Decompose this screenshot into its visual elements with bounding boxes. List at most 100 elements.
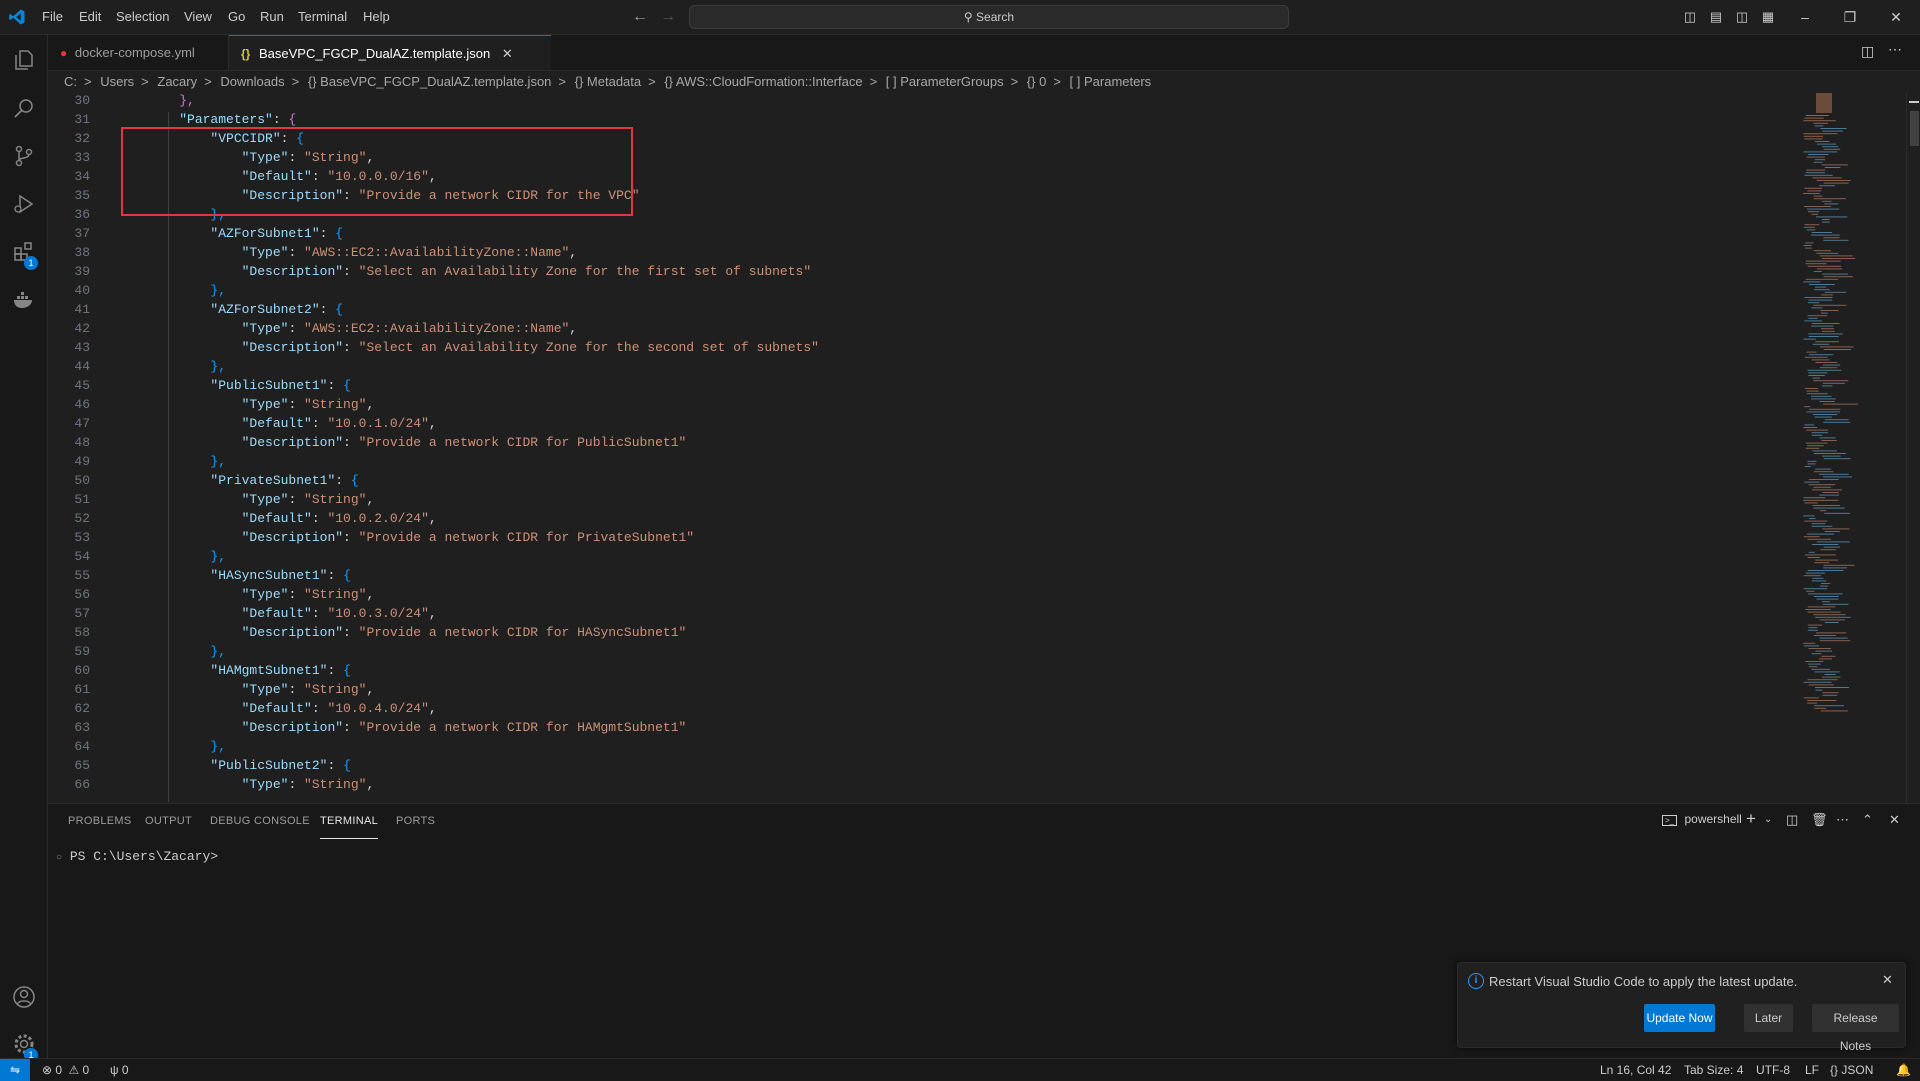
breadcrumb-item[interactable]: {} 0	[1027, 74, 1047, 89]
minimap-slider[interactable]	[1816, 93, 1832, 113]
code-line[interactable]: "PublicSubnet1": {	[148, 378, 350, 393]
trash-icon[interactable]: 🗑	[1811, 812, 1828, 828]
errors-status[interactable]: ⊗ 0 ⚠ 0	[42, 1059, 89, 1081]
code-line[interactable]: },	[148, 359, 226, 374]
minimize-icon[interactable]: –	[1785, 0, 1825, 34]
code-line[interactable]: "AZForSubnet2": {	[148, 302, 343, 317]
close-notification-icon[interactable]: ✕	[1882, 972, 1893, 988]
menu-selection[interactable]: Selection	[110, 0, 175, 34]
tab-output[interactable]: OUTPUT	[145, 804, 192, 839]
encoding[interactable]: UTF-8	[1756, 1059, 1790, 1081]
code-line[interactable]: "Default": "10.0.2.0/24",	[148, 511, 437, 526]
split-editor-icon[interactable]: ◫	[1861, 43, 1874, 60]
breadcrumb-item[interactable]: {} AWS::CloudFormation::Interface	[664, 74, 862, 89]
code-line[interactable]: },	[148, 549, 226, 564]
code-line[interactable]: "Description": "Provide a network CIDR f…	[148, 625, 687, 640]
menu-go[interactable]: Go	[222, 0, 251, 34]
notifications-bell-icon[interactable]: 🔔	[1896, 1059, 1911, 1081]
remote-indicator-icon[interactable]: ⇋	[0, 1059, 30, 1081]
update-now-button[interactable]: Update Now	[1644, 1004, 1715, 1032]
code-line[interactable]: },	[148, 454, 226, 469]
breadcrumb-item[interactable]: Downloads	[220, 74, 284, 89]
breadcrumb-item[interactable]: {} BaseVPC_FGCP_DualAZ.template.json	[308, 74, 552, 89]
code-line[interactable]: "PrivateSubnet1": {	[148, 473, 358, 488]
code-line[interactable]: "Type": "String",	[148, 587, 375, 602]
breadcrumb-item[interactable]: [ ] ParameterGroups	[886, 74, 1004, 89]
scrollbar-thumb[interactable]	[1910, 111, 1919, 146]
close-tab-icon[interactable]: ✕	[502, 46, 513, 61]
tab-ports[interactable]: PORTS	[396, 804, 435, 839]
code-line[interactable]: "Default": "10.0.4.0/24",	[148, 701, 437, 716]
menu-terminal[interactable]: Terminal	[292, 0, 353, 34]
docker-icon[interactable]	[0, 277, 47, 323]
forward-arrow-icon[interactable]: →	[660, 8, 676, 26]
run-and-debug-icon[interactable]	[0, 181, 47, 227]
tab-debug-console[interactable]: DEBUG CONSOLE	[210, 804, 310, 839]
code-line[interactable]: "Type": "String",	[148, 682, 375, 697]
menu-help[interactable]: Help	[357, 0, 396, 34]
tab-terminal[interactable]: TERMINAL	[320, 804, 379, 839]
code-line[interactable]: "Description": "Select an Availability Z…	[148, 264, 812, 279]
tab-problems[interactable]: PROBLEMS	[68, 804, 132, 839]
code-line[interactable]: "Description": "Provide a network CIDR f…	[148, 530, 695, 545]
split-terminal-icon[interactable]: ◫	[1786, 812, 1798, 828]
code-line[interactable]: "Type": "String",	[148, 777, 375, 792]
breadcrumb-item[interactable]: C:	[64, 74, 77, 89]
customize-layout-icon[interactable]: ▦	[1748, 0, 1788, 34]
search-view-icon[interactable]	[0, 85, 47, 131]
close-window-icon[interactable]: ✕	[1876, 0, 1916, 34]
code-line[interactable]: "Type": "String",	[148, 492, 375, 507]
terminal-output[interactable]: ○ PS C:\Users\Zacary>	[56, 849, 218, 864]
end-of-line[interactable]: LF	[1805, 1059, 1819, 1081]
menu-run[interactable]: Run	[254, 0, 290, 34]
later-button[interactable]: Later	[1744, 1004, 1793, 1032]
code-line[interactable]: },	[148, 739, 226, 754]
extensions-icon[interactable]: 1	[0, 229, 47, 275]
language-mode[interactable]: {} JSON	[1830, 1059, 1873, 1081]
cursor-position[interactable]: Ln 16, Col 42	[1600, 1059, 1671, 1081]
close-panel-icon[interactable]: ✕	[1889, 812, 1900, 828]
chevron-down-icon[interactable]: ⌄	[1764, 814, 1772, 825]
breadcrumb-item[interactable]: {} Metadata	[575, 74, 642, 89]
minimap[interactable]	[1796, 93, 1906, 803]
terminal-instance[interactable]: >_ powershell	[1662, 812, 1742, 826]
maximize-panel-chevron-up-icon[interactable]: ⌃	[1862, 812, 1873, 828]
breadcrumb-item[interactable]: Zacary	[157, 74, 197, 89]
tab-template-json[interactable]: {} BaseVPC_FGCP_DualAZ.template.json ✕	[229, 35, 551, 70]
code-line[interactable]: "Type": "String",	[148, 397, 375, 412]
more-actions-icon[interactable]: ⋯	[1888, 41, 1902, 58]
code-line[interactable]: },	[148, 93, 195, 108]
back-arrow-icon[interactable]: ←	[632, 8, 648, 26]
code-line[interactable]: "Type": "AWS::EC2::AvailabilityZone::Nam…	[148, 321, 577, 336]
ports-status[interactable]: ψ 0	[110, 1059, 129, 1081]
code-line[interactable]: "Default": "10.0.3.0/24",	[148, 606, 437, 621]
more-actions-icon[interactable]: ⋯	[1836, 812, 1849, 828]
code-line[interactable]: "HASyncSubnet1": {	[148, 568, 350, 583]
tab-size[interactable]: Tab Size: 4	[1684, 1059, 1743, 1081]
new-terminal-plus-icon[interactable]: +	[1746, 809, 1756, 829]
code-line[interactable]: },	[148, 283, 226, 298]
tab-docker-compose[interactable]: ● docker-compose.yml	[48, 35, 229, 70]
code-line[interactable]: "Description": "Provide a network CIDR f…	[148, 720, 687, 735]
menu-edit[interactable]: Edit	[73, 0, 107, 34]
code-line[interactable]: "Description": "Select an Availability Z…	[148, 340, 819, 355]
menu-file[interactable]: File	[36, 0, 69, 34]
explorer-icon[interactable]	[0, 37, 47, 83]
release-notes-button[interactable]: Release Notes	[1812, 1004, 1899, 1053]
source-control-icon[interactable]	[0, 133, 47, 179]
code-line[interactable]: "Parameters": {	[148, 112, 296, 127]
code-line[interactable]: "AZForSubnet1": {	[148, 226, 343, 241]
command-center-search[interactable]: ⚲ Search	[689, 5, 1289, 29]
code-line[interactable]: "Default": "10.0.1.0/24",	[148, 416, 437, 431]
code-line[interactable]: "Description": "Provide a network CIDR f…	[148, 435, 687, 450]
editor-scrollbar[interactable]	[1906, 93, 1920, 803]
menu-view[interactable]: View	[178, 0, 218, 34]
code-line[interactable]: "HAMgmtSubnet1": {	[148, 663, 350, 678]
breadcrumb-item[interactable]: Users	[100, 74, 134, 89]
restore-icon[interactable]: ❐	[1830, 0, 1870, 34]
accounts-icon[interactable]	[0, 974, 47, 1020]
breadcrumb-item[interactable]: [ ] Parameters	[1070, 74, 1152, 89]
code-line[interactable]: },	[148, 644, 226, 659]
code-line[interactable]: "Type": "AWS::EC2::AvailabilityZone::Nam…	[148, 245, 577, 260]
code-line[interactable]: "PublicSubnet2": {	[148, 758, 350, 773]
